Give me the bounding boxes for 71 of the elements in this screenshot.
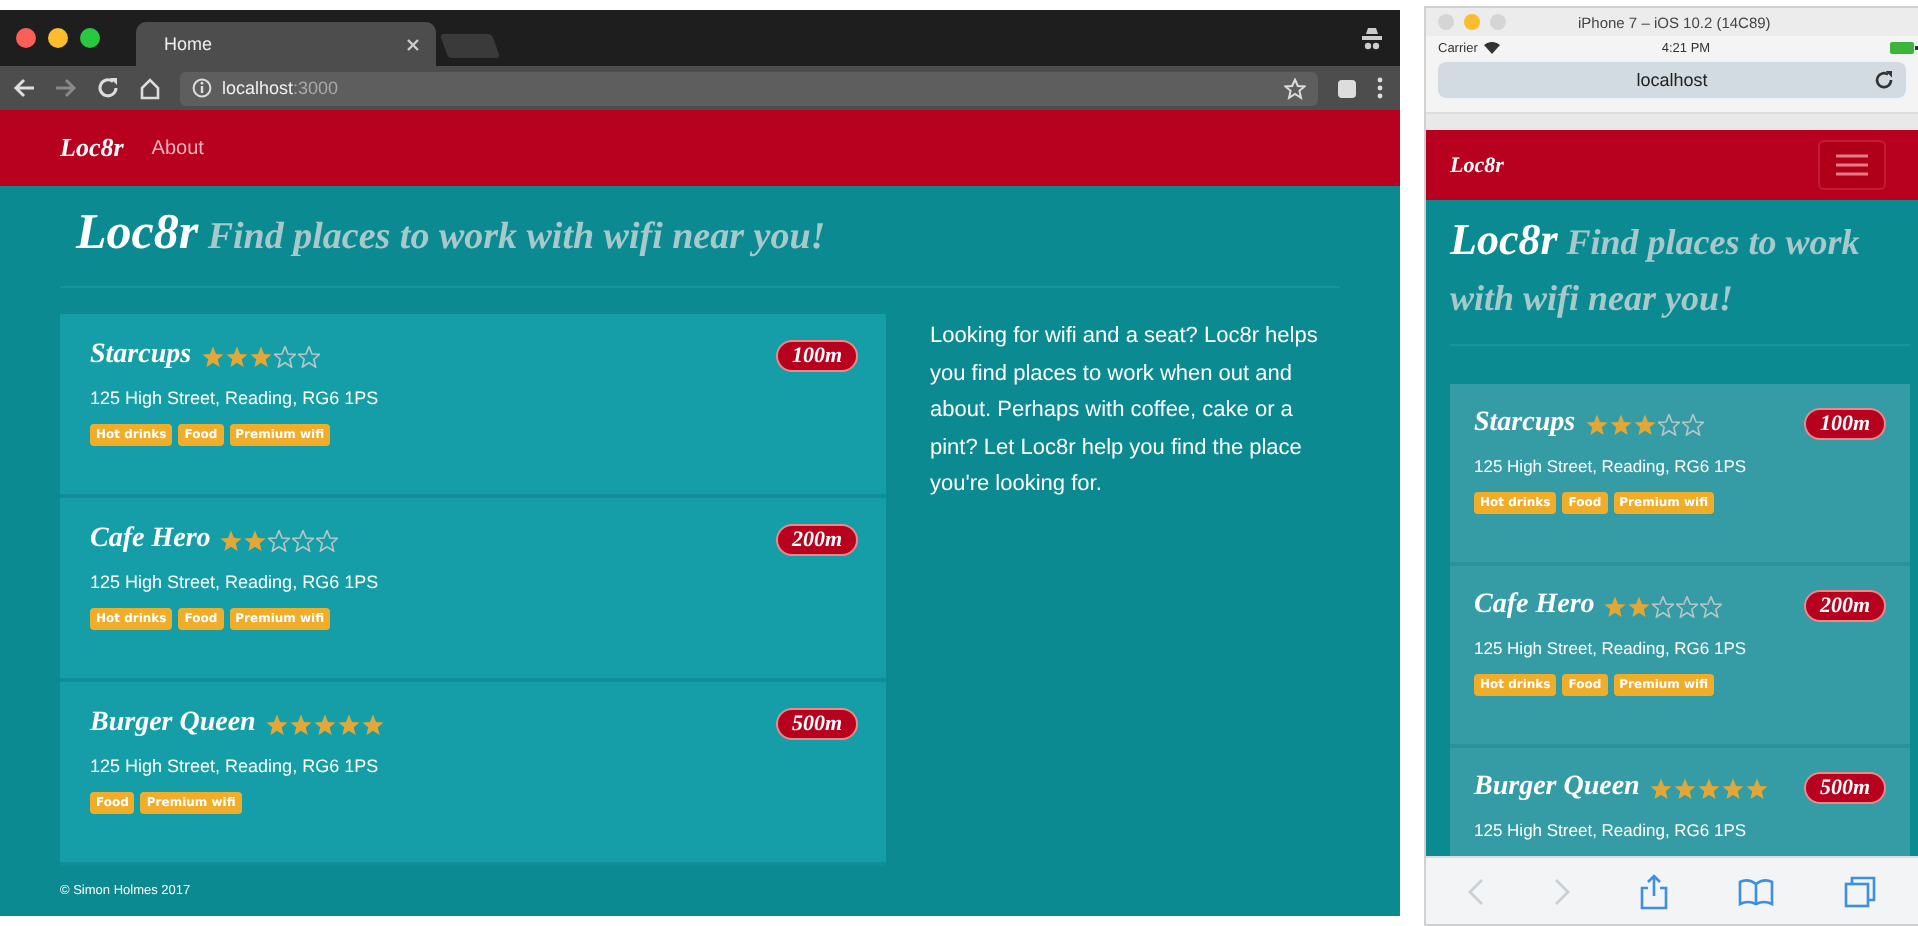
distance-badge: 500m — [775, 708, 858, 740]
menu-button[interactable] — [1818, 140, 1886, 190]
share-icon[interactable] — [1639, 873, 1668, 909]
star-icon — [1700, 595, 1723, 617]
star-icon — [1628, 595, 1651, 617]
distance-badge: 100m — [1803, 408, 1886, 440]
location-address: 125 High Street, Reading, RG6 1PS — [90, 388, 381, 408]
star-icon — [1745, 777, 1768, 799]
brand-logo[interactable]: Loc8r — [60, 132, 124, 164]
star-icon — [361, 713, 384, 735]
star-icon[interactable] — [1284, 77, 1306, 99]
location-address: 125 High Street, Reading, RG6 1PS — [1474, 638, 1749, 658]
distance-badge: 100m — [775, 340, 858, 372]
star-icon — [1585, 413, 1608, 435]
tabs-icon[interactable] — [1843, 875, 1876, 907]
menu-icon — [1836, 154, 1868, 176]
star-icon — [273, 345, 296, 367]
intro-paragraph: Looking for wifi and a seat? Loc8r helps you find places to work when out and about. Perhaps with coffee, cake or a pint? Let Loc8r help you find the place you're looking for. — [930, 322, 1320, 500]
location-card[interactable]: Burger Queen 500m 125 High Street, Reading, RG6 1PS — [1450, 748, 1910, 856]
location-address: 125 High Street, Reading, RG6 1PS — [1474, 820, 1749, 840]
star-icon — [225, 345, 248, 367]
tab-title[interactable]: Home — [164, 34, 213, 54]
star-icon — [1681, 413, 1704, 435]
distance-badge: 200m — [775, 524, 858, 556]
location-address: 125 High Street, Reading, RG6 1PS — [90, 572, 381, 592]
star-icon — [297, 345, 320, 367]
page-heading: Loc8r Find places to work with wifi near you! — [1450, 212, 1862, 322]
location-address: 125 High Street, Reading, RG6 1PS — [1474, 456, 1749, 476]
star-icon — [313, 713, 336, 735]
address-bar[interactable]: localhost:3000 — [180, 71, 1318, 105]
browser-tab[interactable]: Home — [136, 22, 436, 66]
reload-icon[interactable] — [1874, 70, 1894, 90]
star-icon — [1609, 413, 1632, 435]
star-icon — [244, 529, 267, 551]
wifi-icon — [1483, 42, 1500, 54]
distance-badge: 500m — [1803, 772, 1886, 804]
star-icon — [249, 345, 272, 367]
url-text: localhost:3000 — [222, 78, 339, 98]
back-icon[interactable] — [12, 76, 36, 100]
star-icon — [1697, 777, 1720, 799]
star-icon — [220, 529, 243, 551]
star-icon — [268, 529, 291, 551]
star-icon — [1673, 777, 1696, 799]
info-icon — [192, 78, 212, 98]
book-icon[interactable] — [1737, 877, 1774, 905]
page-heading: Loc8r Find places to work with wifi near you! — [76, 206, 828, 262]
menu-icon[interactable] — [1376, 76, 1384, 100]
close-icon[interactable] — [406, 37, 420, 51]
star-icon — [1652, 595, 1675, 617]
address-bar[interactable]: localhost — [1438, 62, 1906, 98]
star-icon — [337, 713, 360, 735]
star-icon — [1721, 777, 1744, 799]
location-address: 125 High Street, Reading, RG6 1PS — [90, 756, 381, 776]
distance-badge: 200m — [1803, 590, 1886, 622]
forward-icon[interactable] — [54, 76, 78, 100]
battery-icon — [1890, 42, 1918, 54]
incognito-icon[interactable] — [1360, 26, 1384, 50]
url-text: localhost — [1636, 70, 1708, 90]
star-icon — [292, 529, 315, 551]
home-icon[interactable] — [138, 76, 162, 100]
nav-link[interactable]: About — [151, 137, 204, 159]
brand-logo[interactable]: Loc8r — [1450, 153, 1504, 177]
star-icon — [1676, 595, 1699, 617]
star-icon — [1633, 413, 1656, 435]
star-icon — [316, 529, 339, 551]
star-icon — [1604, 595, 1627, 617]
star-icon — [265, 713, 288, 735]
star-icon — [1657, 413, 1680, 435]
star-icon — [289, 713, 312, 735]
star-icon — [201, 345, 224, 367]
star-icon — [1649, 777, 1672, 799]
